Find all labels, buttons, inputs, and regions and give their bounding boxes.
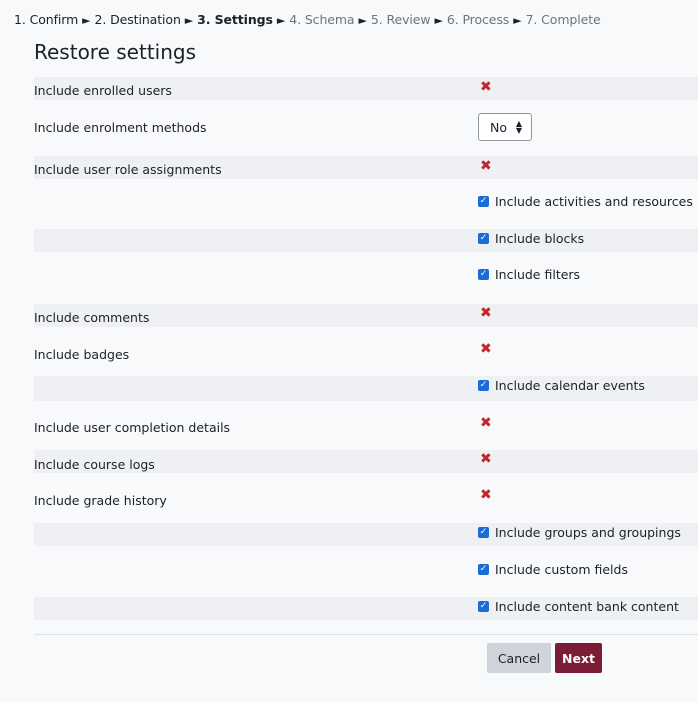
enrolment-methods-select[interactable]: No ▲ ▼ xyxy=(478,113,532,141)
setting-row-custom-fields: ✓ Include custom fields xyxy=(34,560,698,583)
form-divider xyxy=(34,634,698,635)
breadcrumb-step-schema: 4. Schema xyxy=(289,12,355,27)
setting-label: Include user completion details xyxy=(34,420,231,435)
checkbox-label: Include custom fields xyxy=(495,562,628,577)
setting-row-enrolled-users: Include enrolled users ✖ xyxy=(34,77,698,100)
setting-row-logs: Include course logs ✖ xyxy=(34,450,698,473)
checkbox-label: Include blocks xyxy=(495,231,585,246)
filters-checkbox[interactable]: ✓ xyxy=(478,269,489,280)
breadcrumb-step-review: 5. Review xyxy=(370,12,431,27)
activities-checkbox-field[interactable]: ✓ Include activities and resources xyxy=(478,194,693,209)
setting-row-completion: Include user completion details ✖ xyxy=(34,414,698,437)
select-value: No xyxy=(490,119,507,135)
cross-icon: ✖ xyxy=(480,305,492,321)
custom-fields-checkbox[interactable]: ✓ xyxy=(478,564,489,575)
blocks-checkbox-field[interactable]: ✓ Include blocks xyxy=(478,231,584,246)
breadcrumb: 1. Confirm ► 2. Destination ► 3. Settings ► 4.… xyxy=(14,12,601,27)
setting-row-comments: Include comments ✖ xyxy=(34,304,698,327)
cross-icon: ✖ xyxy=(480,487,492,503)
breadcrumb-separator-icon: ► xyxy=(82,14,91,27)
breadcrumb-separator-icon: ► xyxy=(184,14,194,27)
blocks-checkbox[interactable]: ✓ xyxy=(478,233,489,244)
checkbox-label: Include filters xyxy=(495,267,581,282)
checkbox-label: Include activities and resources xyxy=(495,194,693,209)
setting-label: Include course logs xyxy=(34,457,155,472)
breadcrumb-separator-icon: ► xyxy=(434,14,443,27)
breadcrumb-step-complete: 7. Complete xyxy=(525,12,601,27)
checkbox-label: Include content bank content xyxy=(495,599,679,614)
breadcrumb-step-settings: 3. Settings xyxy=(197,12,273,27)
cross-icon: ✖ xyxy=(480,79,492,95)
breadcrumb-separator-icon: ► xyxy=(276,14,286,27)
setting-row-role-assignments: Include user role assignments ✖ xyxy=(34,156,698,179)
groups-checkbox-field[interactable]: ✓ Include groups and groupings xyxy=(478,525,681,540)
groups-checkbox[interactable]: ✓ xyxy=(478,527,489,538)
breadcrumb-step-confirm: 1. Confirm xyxy=(14,12,79,27)
cancel-button[interactable]: Cancel xyxy=(487,643,551,673)
cross-icon: ✖ xyxy=(480,158,492,174)
checkbox-label: Include calendar events xyxy=(495,378,645,393)
setting-row-content-bank: ✓ Include content bank content xyxy=(34,597,698,620)
calendar-checkbox[interactable]: ✓ xyxy=(478,380,489,391)
breadcrumb-separator-icon: ► xyxy=(513,14,522,27)
content-bank-checkbox[interactable]: ✓ xyxy=(478,601,489,612)
custom-fields-checkbox-field[interactable]: ✓ Include custom fields xyxy=(478,562,628,577)
activities-checkbox[interactable]: ✓ xyxy=(478,196,489,207)
setting-label: Include badges xyxy=(34,347,130,362)
setting-row-groups: ✓ Include groups and groupings xyxy=(34,523,698,546)
breadcrumb-step-process: 6. Process xyxy=(446,12,510,27)
calendar-checkbox-field[interactable]: ✓ Include calendar events xyxy=(478,378,645,393)
setting-label: Include user role assignments xyxy=(34,162,222,177)
checkbox-label: Include groups and groupings xyxy=(495,525,681,540)
setting-row-activities: ✓ Include activities and resources xyxy=(34,192,698,215)
filters-checkbox-field[interactable]: ✓ Include filters xyxy=(478,267,580,282)
cross-icon: ✖ xyxy=(480,415,492,431)
page-title: Restore settings xyxy=(34,40,197,64)
setting-label: Include enrolment methods xyxy=(34,120,207,135)
setting-row-grade-history: Include grade history ✖ xyxy=(34,486,698,509)
next-button[interactable]: Next xyxy=(555,643,602,673)
chevron-updown-icon: ▲ ▼ xyxy=(515,119,522,135)
setting-row-badges: Include badges ✖ xyxy=(34,340,698,363)
content-bank-checkbox-field[interactable]: ✓ Include content bank content xyxy=(478,599,679,614)
cross-icon: ✖ xyxy=(480,341,492,357)
cross-icon: ✖ xyxy=(480,451,492,467)
setting-label: Include comments xyxy=(34,310,150,325)
setting-row-blocks: ✓ Include blocks xyxy=(34,229,698,252)
setting-row-enrolment-methods: Include enrolment methods No ▲ ▼ xyxy=(34,113,698,142)
breadcrumb-step-destination: 2. Destination xyxy=(94,12,181,27)
breadcrumb-separator-icon: ► xyxy=(358,14,367,27)
setting-label: Include enrolled users xyxy=(34,83,172,98)
setting-row-calendar: ✓ Include calendar events xyxy=(34,376,698,401)
setting-row-filters: ✓ Include filters xyxy=(34,265,698,288)
setting-label: Include grade history xyxy=(34,493,167,508)
